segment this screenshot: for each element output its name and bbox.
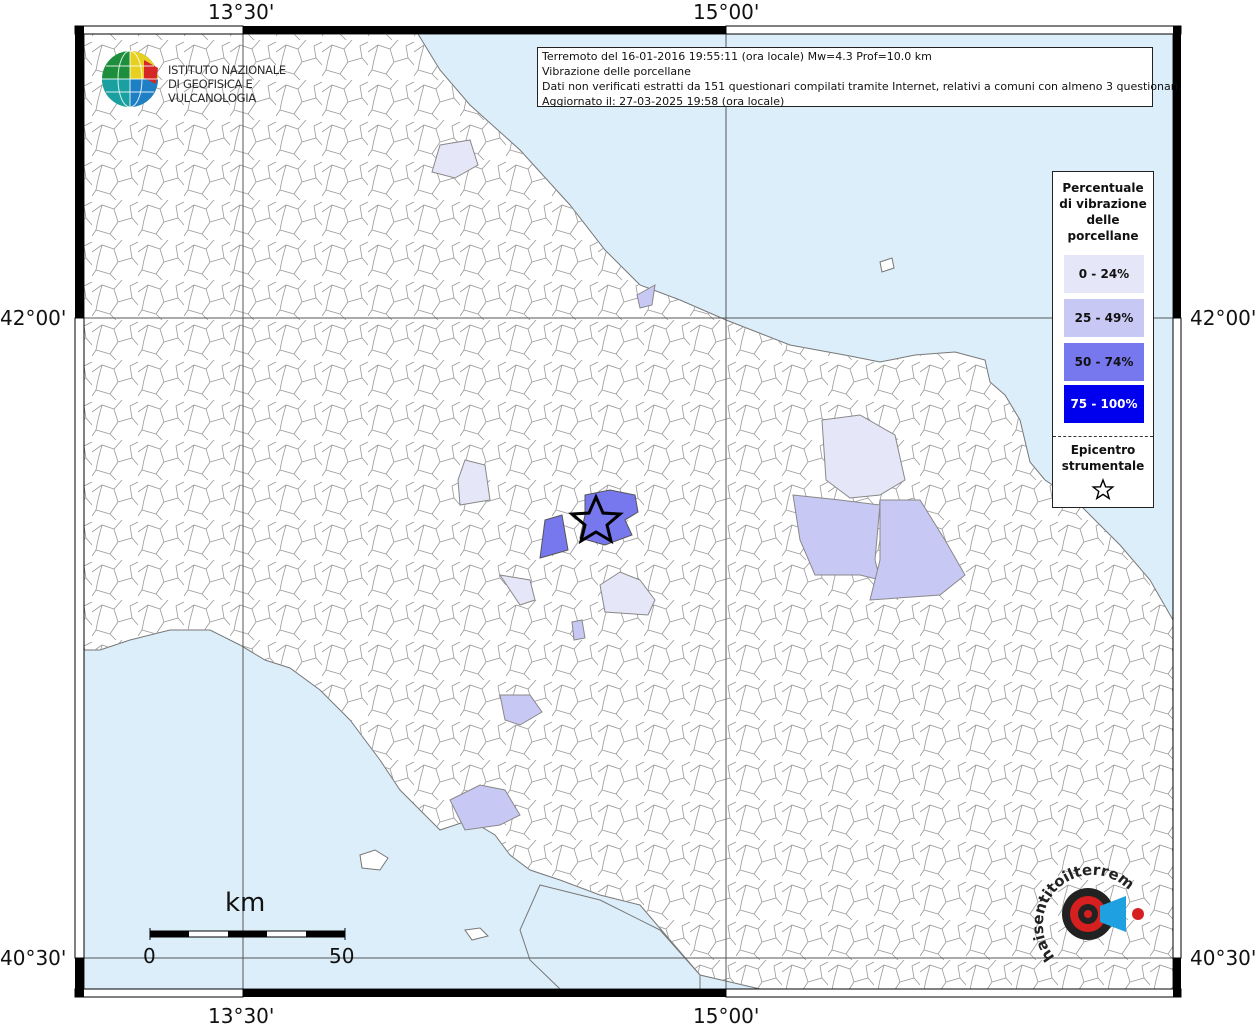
legend-epicenter-label: Epicentro strumentale [1053,442,1153,474]
lon-label-top-2: 15°00' [693,0,760,24]
legend: Percentuale di vibrazione delle porcella… [1052,171,1154,508]
legend-divider [1053,436,1153,437]
lat-label-left-1: 42°00' [0,306,67,330]
star-icon [1091,478,1115,501]
lat-label-left-2: 40°30' [0,946,67,970]
ingv-globe-icon [102,50,158,108]
ingv-logo: ISTITUTO NAZIONALE DI GEOFISICA E VULCAN… [100,48,310,110]
scale-start-label: 0 [143,944,156,968]
svg-text:haisentitoilterremoto.it: haisentitoilterremoto.it [1030,862,1138,965]
legend-item-25-49: 25 - 49% [1064,299,1144,337]
event-info-line-3: Dati non verificati estratti da 151 ques… [542,80,1182,93]
scale-unit: km [225,888,266,918]
municipality-0-24 [457,459,491,506]
logo-line-2: DI GEOFISICA E VULCANOLOGIA [168,77,256,105]
legend-item-0-24: 0 - 24% [1064,255,1144,293]
legend-title-line: delle [1086,213,1120,227]
event-info-line-4: Aggiornato il: 27-03-2025 19:58 (ora loc… [542,95,785,108]
lon-label-bottom-1: 13°30' [208,1004,275,1028]
event-info-line-1: Terremoto del 16-01-2016 19:55:11 (ora l… [542,50,932,63]
watermark-text: haisentitoilterremoto.it [1030,862,1138,965]
haisentito-logo: haisentitoilterremoto.it [1030,862,1150,982]
legend-item-75-100: 75 - 100% [1064,385,1144,423]
lon-label-top-1: 13°30' [208,0,275,24]
event-info-line-2: Vibrazione delle porcellane [542,65,691,78]
legend-epicenter-line: strumentale [1061,459,1145,473]
logo-line-1: ISTITUTO NAZIONALE [168,63,286,77]
lat-label-right-1: 42°00' [1190,306,1255,330]
legend-item-50-74: 50 - 74% [1064,343,1144,381]
legend-epicenter-line: Epicentro [1070,443,1136,457]
lon-label-bottom-2: 15°00' [693,1004,760,1028]
scale-bar-graphic [149,928,346,940]
scale-bar: km 0 50 [140,888,360,978]
lat-label-right-2: 40°30' [1190,946,1255,970]
legend-title-line: di vibrazione [1059,197,1147,211]
legend-title-line: Percentuale [1062,181,1144,195]
event-info-box: Terremoto del 16-01-2016 19:55:11 (ora l… [537,47,1182,108]
scale-end-label: 50 [329,944,355,968]
legend-title: Percentuale di vibrazione delle porcella… [1053,180,1153,244]
legend-title-line: porcellane [1067,229,1139,243]
